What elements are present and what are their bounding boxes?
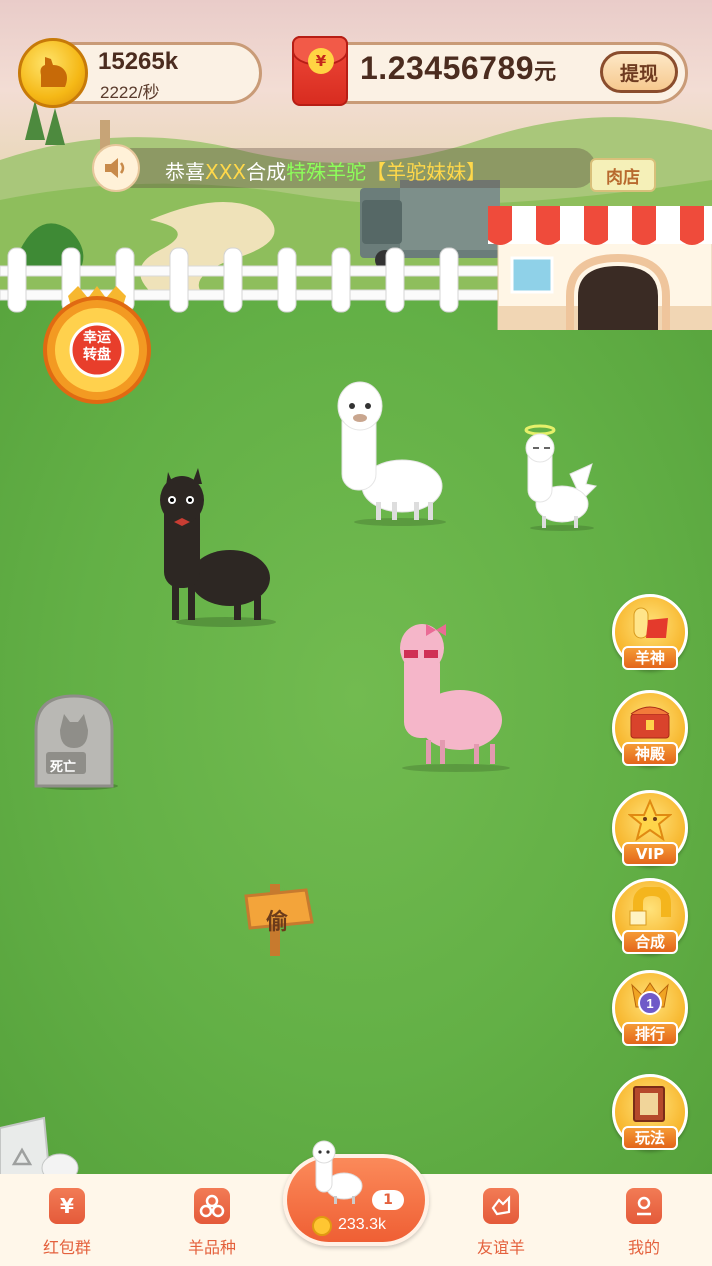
lucky-wheel-line2: 转盘 [83,347,111,363]
cash-amount: 1.23456789元 [360,50,557,87]
tomb-label: 死亡 [50,760,77,775]
coin-icon [312,1216,332,1236]
speaker-icon[interactable] [92,144,140,192]
notice-highlight: 特殊羊驼 [286,160,367,184]
cash-value: 1.23456789 [360,50,535,86]
red-packet-icon: ¥ [292,36,348,106]
rank-label: 排行 [622,1022,678,1046]
notice-user: XXX [205,160,247,184]
nav-label: 友谊羊 [476,1238,525,1257]
angel-alpaca[interactable] [520,424,598,532]
coin-amount: 15265k [98,48,179,75]
meat-shop-building[interactable] [488,186,712,330]
red-packet-icon: ¥ [49,1188,85,1224]
pink-alpaca[interactable] [396,618,512,772]
temple-button[interactable]: 神殿 [612,690,688,768]
sheep-god-button[interactable]: 羊神 [612,594,688,672]
buy-alpaca-icon [312,1140,363,1204]
svg-text:1: 1 [646,996,653,1011]
shop-sign[interactable]: 肉店 [590,158,656,192]
breeds-icon [194,1188,230,1224]
temple-label: 神殿 [622,742,678,766]
notice-text: 恭喜XXX合成特殊羊驼【羊驼妹妹】 [165,156,486,185]
rank-badge-icon: 1 [626,978,674,1022]
vip-label: VIP [622,842,678,866]
buy-count-badge: 1 [372,1190,404,1210]
profile-icon [626,1188,662,1224]
withdraw-button[interactable]: 提现 [600,51,678,93]
nav-label: 我的 [627,1238,660,1257]
nav-label: 羊品种 [187,1238,236,1257]
notice-item: 【羊驼妹妹】 [366,160,487,184]
white-alpaca[interactable] [330,376,446,526]
friendship-icon [483,1188,519,1224]
nav-red-packet-group[interactable]: ¥ 红包群 [22,1188,112,1258]
buy-price: 233.3k [338,1216,387,1233]
recycle-bin-icon[interactable] [0,1108,84,1182]
vip-button[interactable]: VIP [612,790,688,868]
sheep-god-icon [626,602,674,646]
coin-rate: 2222/秒 [100,83,160,102]
merge-button[interactable]: 合成 [612,878,688,956]
rank-button[interactable]: 1 排行 [612,970,688,1048]
nav-breeds[interactable]: 羊品种 [167,1188,257,1258]
vip-star-icon [626,798,674,842]
nav-profile[interactable]: 我的 [599,1188,689,1258]
lucky-wheel-label: 幸运 转盘 [72,330,122,364]
cash-unit: 元 [534,59,557,84]
temple-chest-icon [626,698,674,742]
tombstone-icon[interactable] [30,690,120,790]
alpaca-coin-icon [18,38,88,108]
rules-book-icon [626,1082,674,1126]
notice-prefix: 恭喜 [165,160,205,184]
nav-friendship[interactable]: 友谊羊 [456,1188,546,1258]
rules-label: 玩法 [622,1126,678,1150]
steal-label: 偷 [266,910,289,935]
nav-label: 红包群 [42,1238,91,1257]
notice-middle: 合成 [246,160,287,184]
sheep-god-label: 羊神 [622,646,678,670]
lucky-wheel-line1: 幸运 [83,330,111,346]
rules-button[interactable]: 玩法 [612,1074,688,1152]
merge-magnet-icon [626,886,674,930]
merge-label: 合成 [622,930,678,954]
black-alpaca[interactable] [158,466,276,628]
